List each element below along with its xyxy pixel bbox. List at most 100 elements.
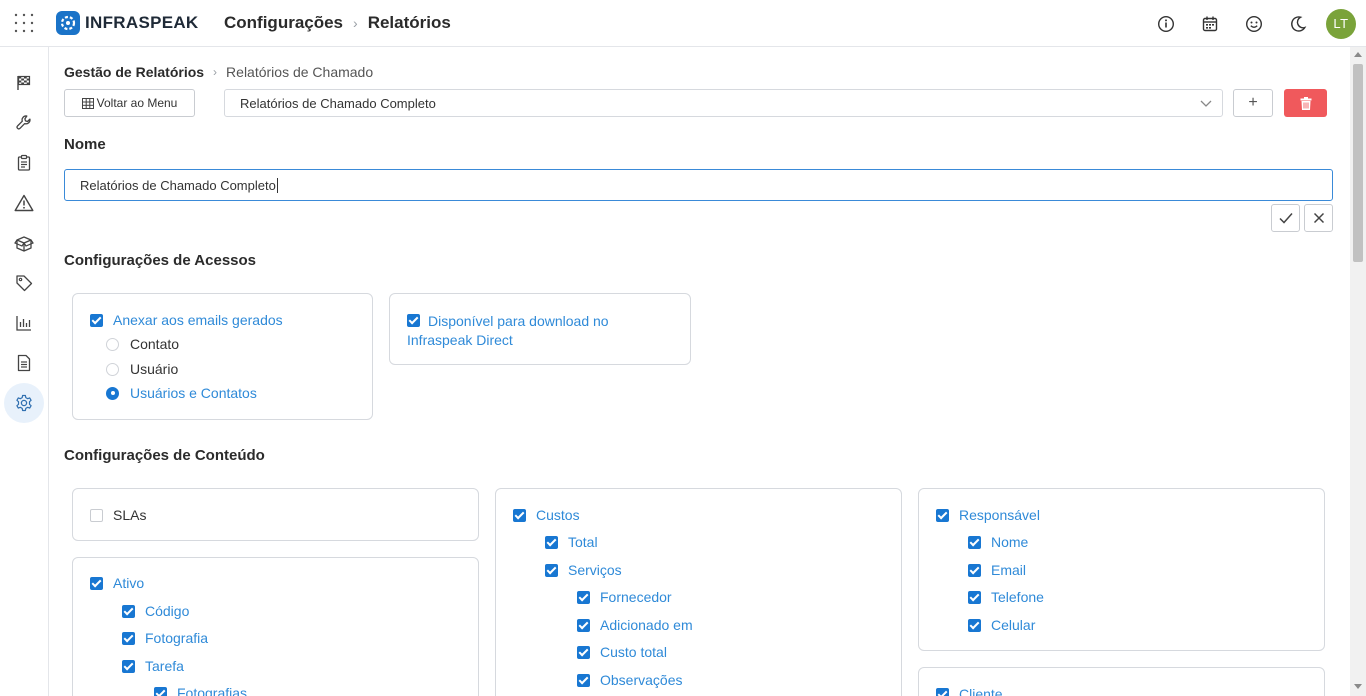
checkbox-label: Telefone (991, 589, 1044, 605)
apps-grid-icon[interactable] (14, 13, 34, 33)
ativo-fotografia-checkbox[interactable]: Fotografia (122, 629, 208, 648)
delete-button[interactable] (1284, 89, 1327, 117)
slas-checkbox[interactable]: SLAs (90, 506, 146, 525)
moon-icon[interactable] (1276, 0, 1320, 47)
cancel-button[interactable] (1304, 204, 1333, 232)
checkbox-checked-icon (122, 632, 135, 645)
scrollbar-thumb[interactable] (1353, 64, 1363, 262)
checkbox-checked-icon (968, 591, 981, 604)
warning-icon[interactable] (4, 183, 44, 223)
breadcrumb-current: Relatórios de Chamado (226, 64, 374, 80)
checkbox-checked-icon (577, 619, 590, 632)
checkbox-label: Código (145, 603, 190, 619)
info-icon[interactable] (1144, 0, 1188, 47)
clipboard-icon[interactable] (4, 143, 44, 183)
tarefa-fotografias-checkbox[interactable]: Fotografias (154, 684, 247, 696)
vertical-scrollbar[interactable] (1350, 47, 1366, 696)
download-direct-checkbox[interactable]: Disponível para download no Infraspeak Di… (407, 311, 609, 350)
checkbox-label: Fornecedor (600, 589, 672, 605)
checkbox-checked-icon (968, 619, 981, 632)
checkbox-checked-icon (577, 646, 590, 659)
top-icons: LT (1144, 0, 1366, 47)
avatar[interactable]: LT (1326, 8, 1356, 39)
recipient-radio-usuarios-contatos[interactable]: Usuários e Contatos (106, 385, 257, 401)
box-icon[interactable] (4, 223, 44, 263)
radio-icon (106, 337, 119, 351)
checkbox-checked-icon (968, 536, 981, 549)
access-settings-title: Configurações de Acessos (64, 252, 257, 269)
smiley-icon[interactable] (1232, 0, 1276, 47)
back-to-menu-button[interactable]: Voltar ao Menu (64, 89, 195, 117)
gear-icon[interactable] (4, 383, 44, 423)
radio-icon (106, 362, 119, 376)
top-bar: INFRASPEAK Configurações › Relatórios LT (0, 0, 1366, 47)
top-breadcrumb-relatorios[interactable]: Relatórios (368, 13, 451, 33)
checkbox-checked-icon (936, 688, 949, 696)
checkbox-label: Email (991, 562, 1027, 578)
document-icon[interactable] (4, 343, 44, 383)
custos-total-checkbox[interactable]: Total (545, 533, 598, 552)
checkbox-checked-icon (577, 591, 590, 604)
chart-icon[interactable] (4, 303, 44, 343)
sidebar (0, 47, 49, 696)
checkbox-label: Celular (991, 617, 1036, 633)
chevron-down-icon (1200, 100, 1212, 107)
responsavel-nome-checkbox[interactable]: Nome (968, 533, 1028, 552)
checkbox-checked-icon (545, 536, 558, 549)
back-to-menu-label: Voltar ao Menu (96, 96, 178, 110)
recipient-radio-usuario[interactable]: Usuário (106, 361, 178, 377)
breadcrumb-root[interactable]: Gestão de Relatórios (64, 64, 204, 80)
name-input[interactable]: Relatórios de Chamado Completo (64, 169, 1333, 201)
report-select[interactable]: Relatórios de Chamado Completo (224, 89, 1223, 117)
trash-icon (1300, 96, 1311, 110)
wrench-icon[interactable] (4, 103, 44, 143)
tag-icon[interactable] (4, 263, 44, 303)
responsavel-checkbox[interactable]: Responsável (936, 506, 1040, 525)
report-select-value: Relatórios de Chamado Completo (240, 95, 436, 111)
ativo-label: Ativo (113, 575, 145, 591)
brand-name: INFRASPEAK (85, 13, 199, 32)
responsavel-celular-checkbox[interactable]: Celular (968, 616, 1035, 635)
checkbox-label: Nome (991, 534, 1029, 550)
scroll-down-arrow-icon[interactable] (1354, 684, 1362, 689)
download-label-line1: Disponível para download no (428, 313, 609, 329)
servicos-fornecedor-checkbox[interactable]: Fornecedor (577, 588, 672, 607)
recipient-radio-contato[interactable]: Contato (106, 336, 179, 352)
download-label-line2: Infraspeak Direct (407, 332, 513, 348)
calendar-icon[interactable] (1188, 0, 1232, 47)
ativo-codigo-checkbox[interactable]: Código (122, 602, 189, 621)
custos-servicos-checkbox[interactable]: Serviços (545, 561, 622, 580)
content-settings-title: Configurações de Conteúdo (64, 447, 265, 464)
ativo-tarefa-checkbox[interactable]: Tarefa (122, 657, 184, 676)
checkbox-checked-icon (968, 564, 981, 577)
checkbox-checked-icon (122, 605, 135, 618)
responsavel-telefone-checkbox[interactable]: Telefone (968, 588, 1044, 607)
ativo-checkbox[interactable]: Ativo (90, 574, 144, 593)
flag-icon[interactable] (4, 63, 44, 103)
checkbox-checked-icon (122, 660, 135, 673)
servicos-custo-total-checkbox[interactable]: Custo total (577, 643, 667, 662)
checkbox-checked-icon (90, 314, 103, 327)
cliente-label: Cliente (959, 686, 1003, 696)
checkbox-label: Adicionado em (600, 617, 693, 633)
check-icon (1278, 213, 1293, 224)
checkbox-checked-icon (154, 687, 167, 696)
servicos-observacoes-checkbox[interactable]: Observações (577, 671, 682, 690)
top-breadcrumb-configuracoes[interactable]: Configurações (224, 13, 343, 33)
attach-emails-checkbox[interactable]: Anexar aos emails gerados (90, 311, 283, 330)
brand-logo[interactable]: INFRASPEAK (56, 11, 199, 35)
responsavel-email-checkbox[interactable]: Email (968, 561, 1026, 580)
top-breadcrumb: Configurações › Relatórios (224, 13, 451, 33)
checkbox-checked-icon (407, 314, 420, 327)
scroll-up-arrow-icon[interactable] (1354, 52, 1362, 57)
table-icon (81, 97, 94, 109)
servicos-adicionado-em-checkbox[interactable]: Adicionado em (577, 616, 693, 635)
cliente-checkbox[interactable]: Cliente (936, 685, 1003, 696)
responsavel-label: Responsável (959, 507, 1040, 523)
add-button[interactable]: + (1233, 89, 1273, 117)
close-icon (1313, 212, 1324, 224)
chevron-right-icon: › (353, 15, 358, 31)
checkbox-label: Observações (600, 672, 683, 688)
custos-checkbox[interactable]: Custos (513, 506, 580, 525)
confirm-button[interactable] (1271, 204, 1300, 232)
